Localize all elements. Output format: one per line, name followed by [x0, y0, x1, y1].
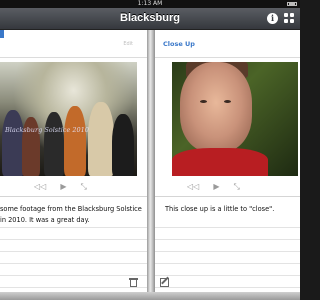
expand-icon[interactable]: ⤡	[80, 181, 86, 193]
divider	[155, 196, 300, 197]
crowd-person	[2, 110, 24, 176]
crowd-person	[112, 114, 134, 176]
video-close-up[interactable]	[172, 62, 298, 176]
status-time: 1:13 AM	[137, 0, 163, 7]
crowd-person	[64, 106, 86, 176]
crowd-person	[88, 102, 114, 176]
info-icon[interactable]: i	[267, 13, 278, 24]
trash-icon[interactable]	[129, 278, 138, 287]
edit-button[interactable]: Edit	[123, 41, 133, 47]
right-page-header: Close Up	[155, 38, 300, 58]
note-caption[interactable]: This close up is a little to "close".	[165, 204, 295, 215]
video-solstice[interactable]: Blacksburg Solstice 2010	[0, 62, 137, 176]
video-controls: ◁◁ ▶ ⤡	[187, 181, 240, 193]
notebook: Edit Blacksburg Solstice 2010 ◁◁ ▶ ⤡ som…	[0, 30, 300, 300]
book-bottom-edge	[0, 292, 300, 300]
face	[180, 62, 252, 152]
navigation-bar: Blacksburg i	[0, 8, 300, 30]
compose-icon[interactable]	[160, 278, 169, 287]
video-controls: ◁◁ ▶ ⤡	[34, 181, 87, 193]
rewind-icon[interactable]: ◁◁	[187, 181, 199, 193]
grid-icon[interactable]	[284, 13, 296, 25]
play-icon[interactable]: ▶	[60, 181, 66, 193]
book-spine	[147, 30, 155, 300]
crowd-person	[44, 112, 64, 176]
note-caption[interactable]: some footage from the Blacksburg Solstic…	[0, 204, 142, 226]
left-page: Edit Blacksburg Solstice 2010 ◁◁ ▶ ⤡ som…	[0, 30, 147, 300]
battery-icon	[287, 2, 297, 6]
play-icon[interactable]: ▶	[213, 181, 219, 193]
page-title: Close Up	[163, 40, 195, 48]
page-accent	[0, 30, 4, 38]
nav-title: Blacksburg	[120, 12, 180, 24]
status-bar: 1:13 AM	[0, 0, 300, 8]
shirt	[172, 148, 268, 176]
divider	[0, 196, 147, 197]
expand-icon[interactable]: ⤡	[233, 181, 239, 193]
rewind-icon[interactable]: ◁◁	[34, 181, 46, 193]
video-watermark: Blacksburg Solstice 2010	[5, 126, 89, 134]
left-page-header: Edit	[0, 38, 147, 58]
